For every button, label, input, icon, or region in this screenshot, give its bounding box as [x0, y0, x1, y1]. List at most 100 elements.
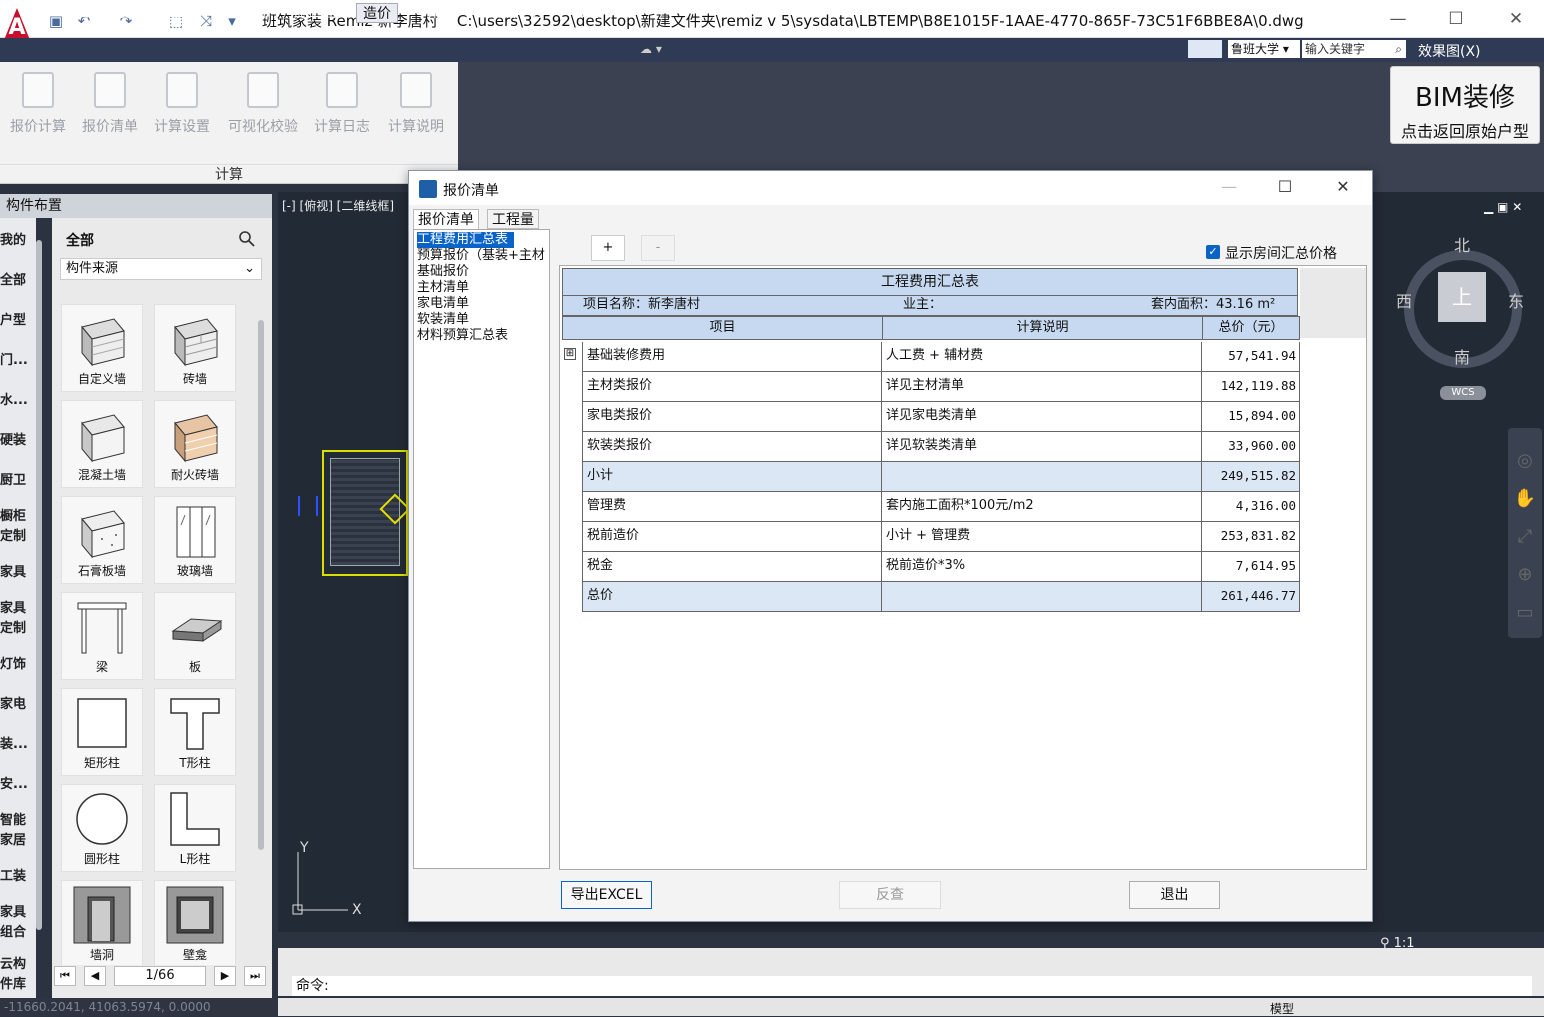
viewport-label[interactable]: [-] [俯视] [二维线框] [282, 197, 394, 214]
nav-install[interactable]: 装... [0, 735, 34, 755]
nav-hard-decor[interactable]: 硬装 [0, 431, 34, 451]
tile-custom-wall[interactable]: 自定义墙 [61, 304, 143, 392]
table-row[interactable]: 管理费 套内施工面积*100元/m2 4,316.00 [582, 492, 1300, 522]
first-page-button[interactable]: ⏮ [54, 966, 76, 986]
last-page-button[interactable]: ⏭ [244, 966, 266, 986]
tree-item-material-budget[interactable]: 材料预算汇总表 [417, 328, 508, 344]
menu-components[interactable]: 构件库 [412, 3, 466, 23]
close-button[interactable]: ✕ [1496, 6, 1536, 32]
tree-item-soft-decor[interactable]: 软装清单 [417, 312, 469, 328]
export-excel-button[interactable]: 导出EXCEL [561, 881, 652, 909]
effect-render-button[interactable]: 效果图(X) [1418, 41, 1481, 61]
quote-calc-button[interactable]: 报价计算 [2, 70, 74, 140]
university-select[interactable]: 鲁班大学 ▾ [1228, 40, 1300, 58]
tile-wall-hole[interactable]: 墙洞 [61, 880, 143, 965]
menu-project[interactable]: 项目 [56, 3, 96, 23]
navigation-bar[interactable]: ◎ ✋ ⤢ ⊕ ▭ [1508, 428, 1542, 638]
viewcube-top[interactable]: 上 [1438, 272, 1486, 322]
nav-cabinet-custom[interactable]: 橱柜定制 [0, 507, 30, 547]
tile-l-column[interactable]: L形柱 [154, 784, 236, 872]
command-input[interactable]: 命令: [292, 976, 1532, 996]
table-row[interactable]: 总价 261,446.77 [582, 582, 1300, 612]
table-row[interactable]: 税前造价 小计 + 管理费 253,831.82 [582, 522, 1300, 552]
view-toggle[interactable] [1188, 40, 1222, 58]
cloud-icon[interactable]: ☁ ▾ [640, 42, 662, 56]
tree-item-main-material[interactable]: 主材清单 [417, 280, 469, 296]
nav-all[interactable]: 全部 [0, 271, 34, 291]
search-icon[interactable]: ⌕ [1395, 40, 1402, 58]
tab-quantity[interactable]: 工程量 [487, 209, 539, 229]
table-row[interactable]: 家电类报价 详见家电类清单 15,894.00 [582, 402, 1300, 432]
keyword-search-input[interactable]: 输入关键字 ⌕ [1302, 40, 1406, 58]
tree-item-appliance[interactable]: 家电清单 [417, 296, 469, 312]
menu-help[interactable]: 帮助 [566, 3, 606, 23]
nav-safety[interactable]: 安... [0, 775, 34, 795]
reverse-check-button[interactable]: 反查 [839, 881, 941, 909]
tree-item-budget[interactable]: 预算报价（基装+主材 [417, 248, 545, 264]
nav-commercial[interactable]: 工装 [0, 867, 34, 887]
tile-round-column[interactable]: 圆形柱 [61, 784, 143, 872]
tile-gypsum-wall[interactable]: 石膏板墙 [61, 496, 143, 584]
table-row[interactable]: 税金 税前造价*3% 7,614.95 [582, 552, 1300, 582]
nav-door[interactable]: 门... [0, 351, 34, 371]
dialog-close-button[interactable]: ✕ [1323, 177, 1363, 199]
nav-furniture-custom[interactable]: 家具定制 [0, 599, 30, 639]
add-button[interactable]: + [591, 235, 625, 261]
remove-button[interactable]: - [641, 235, 675, 261]
bim-return-button[interactable]: BIM装修 点击返回原始户型 [1390, 66, 1540, 144]
menu-tools[interactable]: 工具 [164, 3, 204, 23]
tree-item-base[interactable]: 基础报价 [417, 264, 469, 280]
dialog-minimize-button[interactable]: — [1209, 177, 1249, 199]
component-source-select[interactable]: 构件来源 ⌄ [60, 258, 262, 280]
tile-brick-wall[interactable]: 砖墙 [154, 304, 236, 392]
tile-slab[interactable]: 板 [154, 592, 236, 680]
menu-cost[interactable]: 造价 [356, 3, 398, 23]
tree-item-summary[interactable]: 工程费用汇总表 [417, 232, 515, 248]
table-row[interactable]: 软装类报价 详见软装类清单 33,960.00 [582, 432, 1300, 462]
minimize-button[interactable]: — [1378, 6, 1418, 32]
nav-mine[interactable]: 我的 [0, 231, 34, 251]
table-row[interactable]: 基础装修费用 人工费 + 辅材费 57,541.94 [582, 342, 1300, 372]
calc-settings-button[interactable]: 计算设置 [146, 70, 218, 140]
table-row[interactable]: 主材类报价 详见主材清单 142,119.88 [582, 372, 1300, 402]
model-tab[interactable]: 模型 [1270, 1000, 1294, 1017]
menu-render[interactable]: 效果图 [218, 3, 272, 23]
nav-furniture-set[interactable]: 家具组合 [0, 903, 30, 943]
component-scrollbar[interactable] [258, 320, 264, 850]
next-page-button[interactable]: ▶ [214, 966, 236, 986]
calc-log-button[interactable]: 计算日志 [306, 70, 378, 140]
tab-quote-list[interactable]: 报价清单 [413, 209, 479, 229]
menu-member[interactable]: 会员中心 [482, 3, 550, 23]
quote-list-button[interactable]: 报价清单 [74, 70, 146, 140]
floor-plan-drawing[interactable] [298, 450, 411, 576]
calc-help-button[interactable]: 计算说明 [380, 70, 452, 140]
page-number[interactable]: 1/66 [114, 966, 206, 986]
dialog-maximize-button[interactable]: ☐ [1265, 177, 1305, 199]
nav-furniture[interactable]: 家具 [0, 563, 34, 583]
nav-kitchen-bath[interactable]: 厨卫 [0, 471, 34, 491]
tile-niche[interactable]: 壁龛 [154, 880, 236, 965]
nav-lighting[interactable]: 灯饰 [0, 655, 34, 675]
show-room-total-label[interactable]: 显示房间汇总价格 [1225, 243, 1337, 263]
exit-button[interactable]: 退出 [1129, 881, 1220, 909]
nav-cloud-library[interactable]: 云构件库 [0, 955, 30, 995]
tile-concrete-wall[interactable]: 混凝土墙 [61, 400, 143, 488]
tile-firebrick-wall[interactable]: 耐火砖墙 [154, 400, 236, 488]
nav-floorplan[interactable]: 户型 [0, 311, 34, 331]
nav-scrollbar[interactable] [36, 240, 42, 930]
tile-glass-wall[interactable]: 玻璃墙 [154, 496, 236, 584]
menu-design[interactable]: 设计 [110, 3, 150, 23]
tile-rect-column[interactable]: 矩形柱 [61, 688, 143, 776]
viewport-window-controls[interactable]: ▁ ▣ ✕ [1484, 200, 1522, 214]
menu-construction[interactable]: 施工图 [288, 3, 342, 23]
tile-beam[interactable]: 梁 [61, 592, 143, 680]
search-icon[interactable] [238, 230, 256, 248]
prev-page-button[interactable]: ◀ [84, 966, 106, 986]
nav-smart-home[interactable]: 智能家居 [0, 811, 30, 851]
nav-water[interactable]: 水... [0, 391, 34, 411]
maximize-button[interactable]: ☐ [1436, 6, 1476, 32]
tile-t-column[interactable]: T形柱 [154, 688, 236, 776]
show-room-total-checkbox[interactable]: ✓ [1206, 245, 1220, 259]
wcs-menu[interactable]: WCS [1440, 386, 1486, 400]
nav-appliance[interactable]: 家电 [0, 695, 34, 715]
